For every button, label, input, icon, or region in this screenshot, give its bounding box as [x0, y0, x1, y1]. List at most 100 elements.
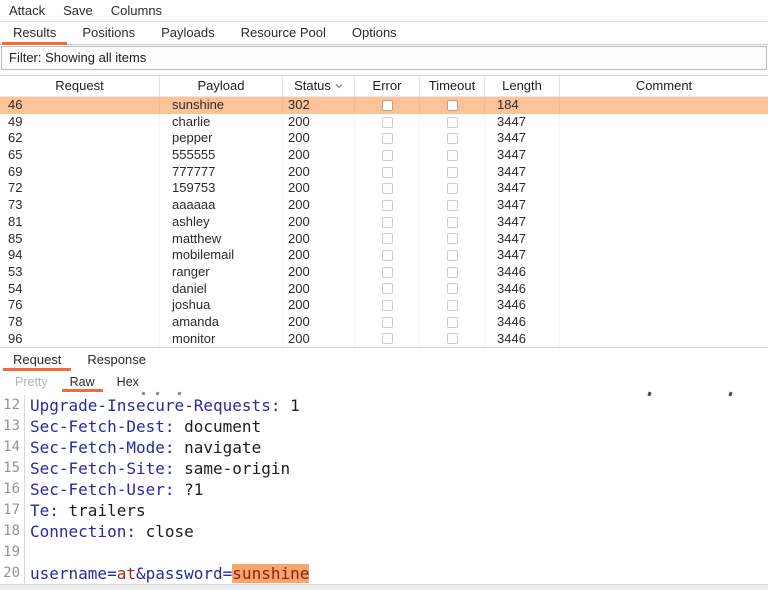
timeout-checkbox[interactable]: [446, 199, 458, 211]
status-cell: 200: [283, 197, 355, 214]
tab-payloads[interactable]: Payloads: [148, 22, 227, 44]
timeout-checkbox[interactable]: [446, 283, 458, 295]
results-table-header: Request Payload Status Error Timeout Length Co…: [0, 76, 768, 97]
error-checkbox[interactable]: [381, 250, 393, 262]
timeout-cell: [420, 130, 485, 148]
tab-raw[interactable]: Raw: [59, 373, 106, 393]
column-header-status[interactable]: Status: [283, 76, 355, 96]
column-header-timeout[interactable]: Timeout: [420, 76, 485, 96]
code-segment: Connection:: [30, 522, 136, 542]
timeout-checkbox[interactable]: [446, 216, 458, 228]
table-row[interactable]: 46 sunshine 302 184: [0, 97, 768, 114]
timeout-checkbox[interactable]: [446, 99, 458, 111]
timeout-checkbox[interactable]: [446, 116, 458, 128]
tab-pretty[interactable]: Pretty: [4, 373, 59, 392]
menu-item-save[interactable]: Save: [54, 0, 102, 21]
tab-response[interactable]: Response: [74, 349, 159, 371]
status-cell: 200: [283, 130, 355, 148]
error-checkbox[interactable]: [381, 166, 393, 178]
column-header-comment[interactable]: Comment: [560, 76, 768, 96]
timeout-checkbox[interactable]: [446, 300, 458, 312]
tab-options[interactable]: Options: [339, 22, 410, 44]
table-row[interactable]: 81 ashley 200 3447: [0, 213, 768, 231]
table-row[interactable]: 49 charlie 200 3447: [0, 113, 768, 131]
error-checkbox[interactable]: [381, 183, 393, 195]
results-table: Request Payload Status Error Timeout Length Co…: [0, 75, 768, 348]
timeout-checkbox[interactable]: [446, 149, 458, 161]
request-cell: 53: [0, 263, 160, 281]
table-row[interactable]: 76 joshua 200 3446: [0, 297, 768, 314]
editor-line: 13 Sec-Fetch-Dest: document: [0, 416, 768, 438]
request-cell: 72: [0, 180, 160, 198]
timeout-checkbox[interactable]: [446, 316, 458, 328]
error-checkbox[interactable]: [381, 116, 393, 128]
status-cell: 200: [283, 247, 355, 264]
table-row[interactable]: 96 monitor 200 3446: [0, 330, 768, 348]
payload-cell: sunshine: [160, 97, 283, 114]
menu-item-attack[interactable]: Attack: [0, 0, 54, 21]
table-row[interactable]: 72 159753 200 3447: [0, 180, 768, 198]
error-checkbox[interactable]: [381, 133, 393, 145]
table-row[interactable]: 78 amanda 200 3446: [0, 313, 768, 331]
tab-results[interactable]: Results: [0, 22, 69, 45]
code-segment: same-origin: [174, 459, 291, 479]
error-checkbox[interactable]: [381, 300, 393, 312]
error-checkbox[interactable]: [381, 333, 393, 345]
error-cell: [355, 297, 420, 314]
filter-bar[interactable]: Filter: Showing all items: [1, 46, 767, 70]
length-cell: 3446: [485, 297, 560, 314]
timeout-checkbox[interactable]: [446, 266, 458, 278]
error-checkbox[interactable]: [381, 316, 393, 328]
timeout-cell: [420, 163, 485, 181]
error-checkbox[interactable]: [381, 216, 393, 228]
tab-request[interactable]: Request: [0, 349, 74, 372]
error-checkbox[interactable]: [381, 199, 393, 211]
comment-cell: [560, 97, 768, 114]
column-header-error[interactable]: Error: [355, 76, 420, 96]
length-cell: 3446: [485, 263, 560, 281]
table-row[interactable]: 54 daniel 200 3446: [0, 280, 768, 298]
table-row[interactable]: 94 mobilemail 200 3447: [0, 247, 768, 264]
status-cell: 200: [283, 180, 355, 198]
error-checkbox[interactable]: [381, 233, 393, 245]
line-number: 18: [3, 523, 20, 540]
timeout-checkbox[interactable]: [446, 133, 458, 145]
error-checkbox[interactable]: [381, 149, 393, 161]
tab-resource-pool[interactable]: Resource Pool: [228, 22, 339, 44]
error-cell: [355, 97, 420, 114]
timeout-checkbox[interactable]: [446, 333, 458, 345]
error-checkbox[interactable]: [381, 283, 393, 295]
error-checkbox[interactable]: [381, 266, 393, 278]
comment-cell: [560, 281, 768, 298]
horizontal-scrollbar[interactable]: [0, 584, 768, 590]
timeout-cell: [420, 180, 485, 198]
tab-hex[interactable]: Hex: [106, 373, 150, 392]
table-row[interactable]: 73 aaaaaa 200 3447: [0, 197, 768, 214]
status-cell: 200: [283, 163, 355, 181]
timeout-cell: [420, 97, 485, 114]
timeout-checkbox[interactable]: [446, 250, 458, 262]
column-header-length[interactable]: Length: [485, 76, 560, 96]
comment-cell: [560, 197, 768, 214]
table-row[interactable]: 85 matthew 200 3447: [0, 230, 768, 248]
error-checkbox[interactable]: [381, 99, 393, 111]
line-code: Upgrade-Insecure-Requests: 1: [24, 395, 768, 417]
code-segment: username=: [30, 564, 117, 584]
menu-item-columns[interactable]: Columns: [102, 0, 171, 21]
timeout-checkbox[interactable]: [446, 183, 458, 195]
table-row[interactable]: 65 555555 200 3447: [0, 147, 768, 164]
table-row[interactable]: 69 777777 200 3447: [0, 163, 768, 181]
timeout-checkbox[interactable]: [446, 166, 458, 178]
column-header-payload[interactable]: Payload: [160, 76, 283, 96]
tab-positions[interactable]: Positions: [69, 22, 148, 44]
timeout-cell: [420, 230, 485, 248]
column-header-request[interactable]: Request: [0, 76, 160, 96]
line-code: Sec-Fetch-Mode: navigate: [24, 437, 768, 459]
table-row[interactable]: 62 pepper 200 3447: [0, 130, 768, 148]
timeout-checkbox[interactable]: [446, 233, 458, 245]
attack-tab-bar: Results Positions Payloads Resource Pool Opt…: [0, 22, 768, 45]
comment-cell: [560, 247, 768, 264]
comment-cell: [560, 180, 768, 197]
table-row[interactable]: 53 ranger 200 3446: [0, 263, 768, 281]
raw-request-editor[interactable]: 12 Upgrade-Insecure-Requests: 1 13 Sec-F…: [0, 391, 768, 585]
